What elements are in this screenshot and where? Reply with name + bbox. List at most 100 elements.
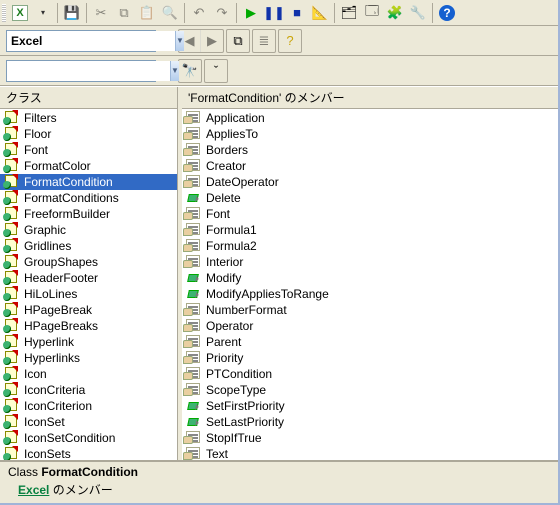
member-row[interactable]: Priority [182,350,558,366]
class-icon [4,239,20,253]
member-row[interactable]: Delete [182,190,558,206]
class-label: IconSetCondition [24,431,115,445]
member-label: Borders [206,143,248,157]
class-row[interactable]: IconSetCondition [0,430,177,446]
member-row[interactable]: Font [182,206,558,222]
save-icon[interactable]: 💾 [61,2,83,24]
paste-icon: 📋 [136,2,158,24]
member-row[interactable]: Application [182,110,558,126]
class-row[interactable]: Graphic [0,222,177,238]
redo-icon: ↷ [211,2,233,24]
members-list[interactable]: ApplicationAppliesToBordersCreatorDateOp… [182,109,558,460]
property-icon [186,175,202,189]
property-icon [186,367,202,381]
member-row[interactable]: ScopeType [182,382,558,398]
property-icon [186,255,202,269]
member-row[interactable]: Text [182,446,558,460]
member-row[interactable]: Operator [182,318,558,334]
object-browser-icon[interactable]: 🧩 [384,2,406,24]
library-input[interactable] [7,31,175,51]
class-row[interactable]: Gridlines [0,238,177,254]
class-label: Graphic [24,223,66,237]
member-row[interactable]: ModifyAppliesToRange [182,286,558,302]
member-row[interactable]: Borders [182,142,558,158]
member-label: Application [206,111,265,125]
design-icon[interactable]: 📐 [309,2,331,24]
search-dropdown-button[interactable]: ▼ [170,61,179,81]
project-icon[interactable]: 🗂 [338,2,360,24]
forward-icon: ▶ [201,30,223,52]
detail-class-name: FormatCondition [41,465,138,479]
class-row[interactable]: HeaderFooter [0,270,177,286]
properties-icon[interactable]: 🗔 [361,2,383,24]
class-row[interactable]: Font [0,142,177,158]
member-label: ModifyAppliesToRange [206,287,329,301]
class-row[interactable]: FormatConditions [0,190,177,206]
class-row[interactable]: FormatCondition [0,174,177,190]
member-row[interactable]: PTCondition [182,366,558,382]
class-icon [4,127,20,141]
separator [86,3,87,23]
member-row[interactable]: Formula2 [182,238,558,254]
member-label: PTCondition [206,367,272,381]
separator [432,3,433,23]
help2-icon[interactable]: ? [279,30,301,52]
class-row[interactable]: Hyperlink [0,334,177,350]
member-row[interactable]: SetLastPriority [182,414,558,430]
classes-list[interactable]: FiltersFloorFontFormatColorFormatConditi… [0,109,177,460]
stop-icon[interactable]: ■ [286,2,308,24]
member-row[interactable]: StopIfTrue [182,430,558,446]
method-icon [186,287,202,301]
help-icon[interactable]: ? [436,2,458,24]
show-hidden-icon[interactable]: ˇ [205,60,227,82]
class-label: Gridlines [24,239,71,253]
member-row[interactable]: Interior [182,254,558,270]
class-row[interactable]: IconSets [0,446,177,460]
member-row[interactable]: AppliesTo [182,126,558,142]
class-label: HPageBreak [24,303,92,317]
copy2-icon[interactable]: ⧉ [227,30,249,52]
classes-header: クラス [0,87,177,109]
member-row[interactable]: Modify [182,270,558,286]
library-combo[interactable]: ▼ [6,30,156,52]
class-icon [4,143,20,157]
class-row[interactable]: IconSet [0,414,177,430]
excel-icon[interactable]: X [9,2,31,24]
class-row[interactable]: Filters [0,110,177,126]
search-input[interactable] [7,61,170,81]
class-row[interactable]: HPageBreak [0,302,177,318]
search-combo[interactable]: ▼ [6,60,156,82]
member-label: SetFirstPriority [206,399,285,413]
property-icon [186,351,202,365]
method-icon [186,415,202,429]
class-row[interactable]: HiLoLines [0,286,177,302]
member-row[interactable]: Creator [182,158,558,174]
class-row[interactable]: HPageBreaks [0,318,177,334]
class-row[interactable]: Floor [0,126,177,142]
binoculars-icon[interactable]: 🔭 [179,60,201,82]
class-row[interactable]: IconCriterion [0,398,177,414]
class-label: IconSet [24,415,65,429]
member-row[interactable]: SetFirstPriority [182,398,558,414]
class-row[interactable]: FormatColor [0,158,177,174]
class-row[interactable]: GroupShapes [0,254,177,270]
class-row[interactable]: Hyperlinks [0,350,177,366]
property-icon [186,431,202,445]
property-icon [186,111,202,125]
run-icon[interactable]: ▶ [240,2,262,24]
dropdown-icon[interactable]: ▾ [32,2,54,24]
member-label: Formula1 [206,223,257,237]
member-label: Formula2 [206,239,257,253]
class-row[interactable]: Icon [0,366,177,382]
member-row[interactable]: Parent [182,334,558,350]
pause-icon[interactable]: ❚❚ [263,2,285,24]
property-icon [186,159,202,173]
class-row[interactable]: FreeformBuilder [0,206,177,222]
member-row[interactable]: Formula1 [182,222,558,238]
method-icon [186,271,202,285]
class-icon [4,415,20,429]
class-row[interactable]: IconCriteria [0,382,177,398]
detail-library-link[interactable]: Excel [18,483,49,497]
member-row[interactable]: DateOperator [182,174,558,190]
member-row[interactable]: NumberFormat [182,302,558,318]
